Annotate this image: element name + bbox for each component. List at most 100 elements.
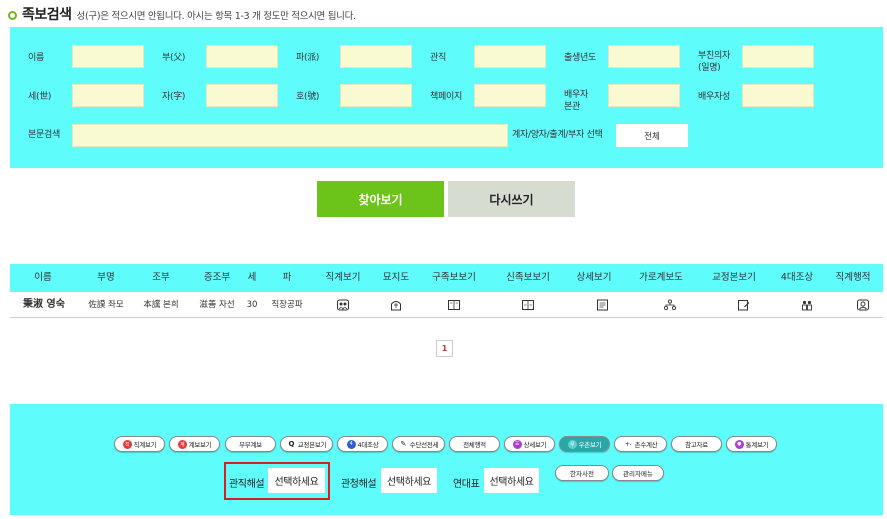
- kinship-view-button[interactable]: 우 우촌보기: [559, 436, 610, 452]
- spouse-surname-input[interactable]: [742, 84, 814, 107]
- label-father-name-b: (일명): [698, 63, 721, 73]
- body-search-input[interactable]: [72, 124, 508, 147]
- label-spouse-origin-a: 배우자: [564, 90, 588, 100]
- col-great-grandfather: 증조부: [203, 272, 231, 283]
- father-input[interactable]: [206, 45, 278, 68]
- cell-generation: 30: [246, 300, 258, 310]
- agency-explanation-select[interactable]: 선택하세요: [381, 468, 437, 493]
- search-panel: 이름 부(父) 파(派) 관직 출생년도 부친의자 (일명) 세(世) 자(字)…: [10, 27, 883, 168]
- col-tomb-map: 묘지도: [382, 272, 410, 283]
- courtesy-name-input[interactable]: [206, 84, 278, 107]
- label-relation-select: 계자/양자/출계/부자 선택: [512, 130, 603, 140]
- handwritten-record-button[interactable]: ✎ 수단선전세: [392, 436, 445, 452]
- father-name-input[interactable]: [742, 45, 814, 68]
- detail-icon[interactable]: [597, 299, 610, 311]
- branch-input[interactable]: [340, 45, 412, 68]
- col-corrected-view: 교정본보기: [712, 272, 756, 283]
- col-branch: 파: [282, 272, 292, 283]
- col-generation: 세: [247, 272, 257, 283]
- hanja-dictionary-button[interactable]: 한자사전: [555, 465, 609, 481]
- label-office: 관직: [430, 53, 446, 63]
- reset-button[interactable]: 다시쓰기: [448, 181, 575, 217]
- col-horizontal-tree: 가로계보도: [639, 272, 683, 283]
- cell-name[interactable]: 秉淑 영숙: [23, 292, 65, 318]
- list-icon: ☰: [512, 439, 522, 449]
- tree-icon[interactable]: [663, 299, 677, 311]
- new-book-icon[interactable]: [522, 299, 535, 311]
- col-detail-view: 상세보기: [576, 272, 612, 283]
- book-page-input[interactable]: [474, 84, 546, 107]
- pagination-page-1[interactable]: 1: [436, 340, 453, 357]
- col-grandfather: 조부: [152, 272, 170, 283]
- four-ancestors-button[interactable]: 4 4대조상: [337, 436, 388, 452]
- chronology-label: 연대표: [453, 479, 480, 490]
- relation-select[interactable]: 전체: [616, 124, 688, 147]
- admin-menu-button[interactable]: 관리자메뉴: [612, 465, 664, 481]
- lineage-dot-icon: 직: [122, 439, 132, 449]
- col-new-genealogy: 신족보보기: [506, 272, 550, 283]
- detail-view-button[interactable]: ☰ 상세보기: [504, 436, 555, 452]
- generation-input[interactable]: [72, 84, 144, 107]
- table-row[interactable]: 秉淑 영숙 佐謨 좌모 本讜 본희 滋善 자선 30 직장공파: [10, 292, 883, 318]
- label-courtesy-name: 자(字): [162, 92, 186, 102]
- family-icon[interactable]: [337, 299, 350, 311]
- statistics-button[interactable]: ● 통계보기: [726, 436, 777, 452]
- lineage-view-button[interactable]: 직 직계보기: [114, 436, 165, 452]
- ancestors-icon[interactable]: [801, 299, 814, 311]
- stats-dot-icon: ●: [734, 439, 744, 449]
- label-father: 부(父): [162, 53, 186, 63]
- couple-genealogy-button[interactable]: 부부계보: [225, 436, 276, 452]
- spouse-origin-input[interactable]: [608, 84, 680, 107]
- office-explanation-label: 관직해설: [229, 479, 265, 490]
- pen-name-input[interactable]: [340, 84, 412, 107]
- corrected-view-button[interactable]: Q 교정본보기: [280, 436, 333, 452]
- circle-bullet-icon: [8, 10, 17, 20]
- label-spouse-origin-b: 본관: [564, 102, 580, 112]
- label-birth-year: 출생년도: [564, 53, 596, 63]
- plus-minus-icon: +-: [624, 440, 632, 448]
- label-name: 이름: [28, 53, 44, 63]
- name-input[interactable]: [72, 45, 144, 68]
- kinship-dot-icon: 우: [567, 439, 577, 449]
- cell-grandfather: 本讜 본희: [143, 300, 179, 310]
- kinship-calc-button[interactable]: +- 촌수계산: [614, 436, 667, 452]
- page-instruction: 성(구)은 적으시면 안됩니다. 아시는 항목 1-3 개 정도만 적으시면 됩…: [76, 11, 357, 22]
- label-branch: 파(派): [296, 53, 320, 63]
- col-lineage-view: 직계보기: [325, 272, 361, 283]
- label-book-page: 책페이지: [430, 92, 462, 102]
- label-generation: 세(世): [28, 92, 52, 102]
- chronology-select[interactable]: 선택하세요: [484, 468, 539, 493]
- pencil-icon: ✎: [400, 440, 407, 448]
- office-input[interactable]: [474, 45, 546, 68]
- col-lineage-deeds: 직계행적: [835, 272, 871, 283]
- label-pen-name: 호(號): [296, 92, 320, 102]
- col-name: 이름: [34, 272, 52, 283]
- label-spouse-surname: 배우자성: [698, 92, 730, 102]
- results-table-header: 이름 부명 조부 증조부 세 파 직계보기 묘지도 구족보보기 신족보보기 상세…: [10, 264, 883, 292]
- four-dot-icon: 4: [346, 439, 356, 449]
- page-title: 족보검색: [22, 7, 72, 23]
- genealogy-view-button[interactable]: 계 계보보기: [169, 436, 220, 452]
- label-body-search: 본문검색: [28, 130, 60, 140]
- person-record-icon[interactable]: [857, 299, 870, 311]
- references-button[interactable]: 참고자료: [671, 436, 722, 452]
- search-icon: Q: [288, 440, 295, 448]
- bottom-panel: [10, 404, 883, 515]
- tomb-icon[interactable]: [390, 299, 403, 311]
- col-father: 부명: [97, 272, 115, 283]
- old-book-icon[interactable]: [448, 299, 461, 311]
- label-father-name-a: 부친의자: [698, 51, 730, 61]
- genealogy-dot-icon: 계: [177, 439, 187, 449]
- all-deeds-button[interactable]: 전체행적: [449, 436, 500, 452]
- agency-explanation-label: 관청해설: [341, 479, 377, 490]
- col-old-genealogy: 구족보보기: [432, 272, 476, 283]
- birth-year-input[interactable]: [608, 45, 680, 68]
- cell-father: 佐謨 좌모: [88, 300, 124, 310]
- cell-great-grandfather: 滋善 자선: [199, 300, 235, 310]
- office-explanation-select[interactable]: 선택하세요: [268, 468, 325, 493]
- edit-icon[interactable]: [738, 299, 751, 311]
- find-button[interactable]: 찾아보기: [317, 181, 444, 217]
- cell-branch: 직장공파: [271, 300, 303, 310]
- col-four-ancestors: 4대조상: [780, 272, 814, 283]
- page-header: 족보검색 성(구)은 적으시면 안됩니다. 아시는 항목 1-3 개 정도만 적…: [8, 4, 356, 24]
